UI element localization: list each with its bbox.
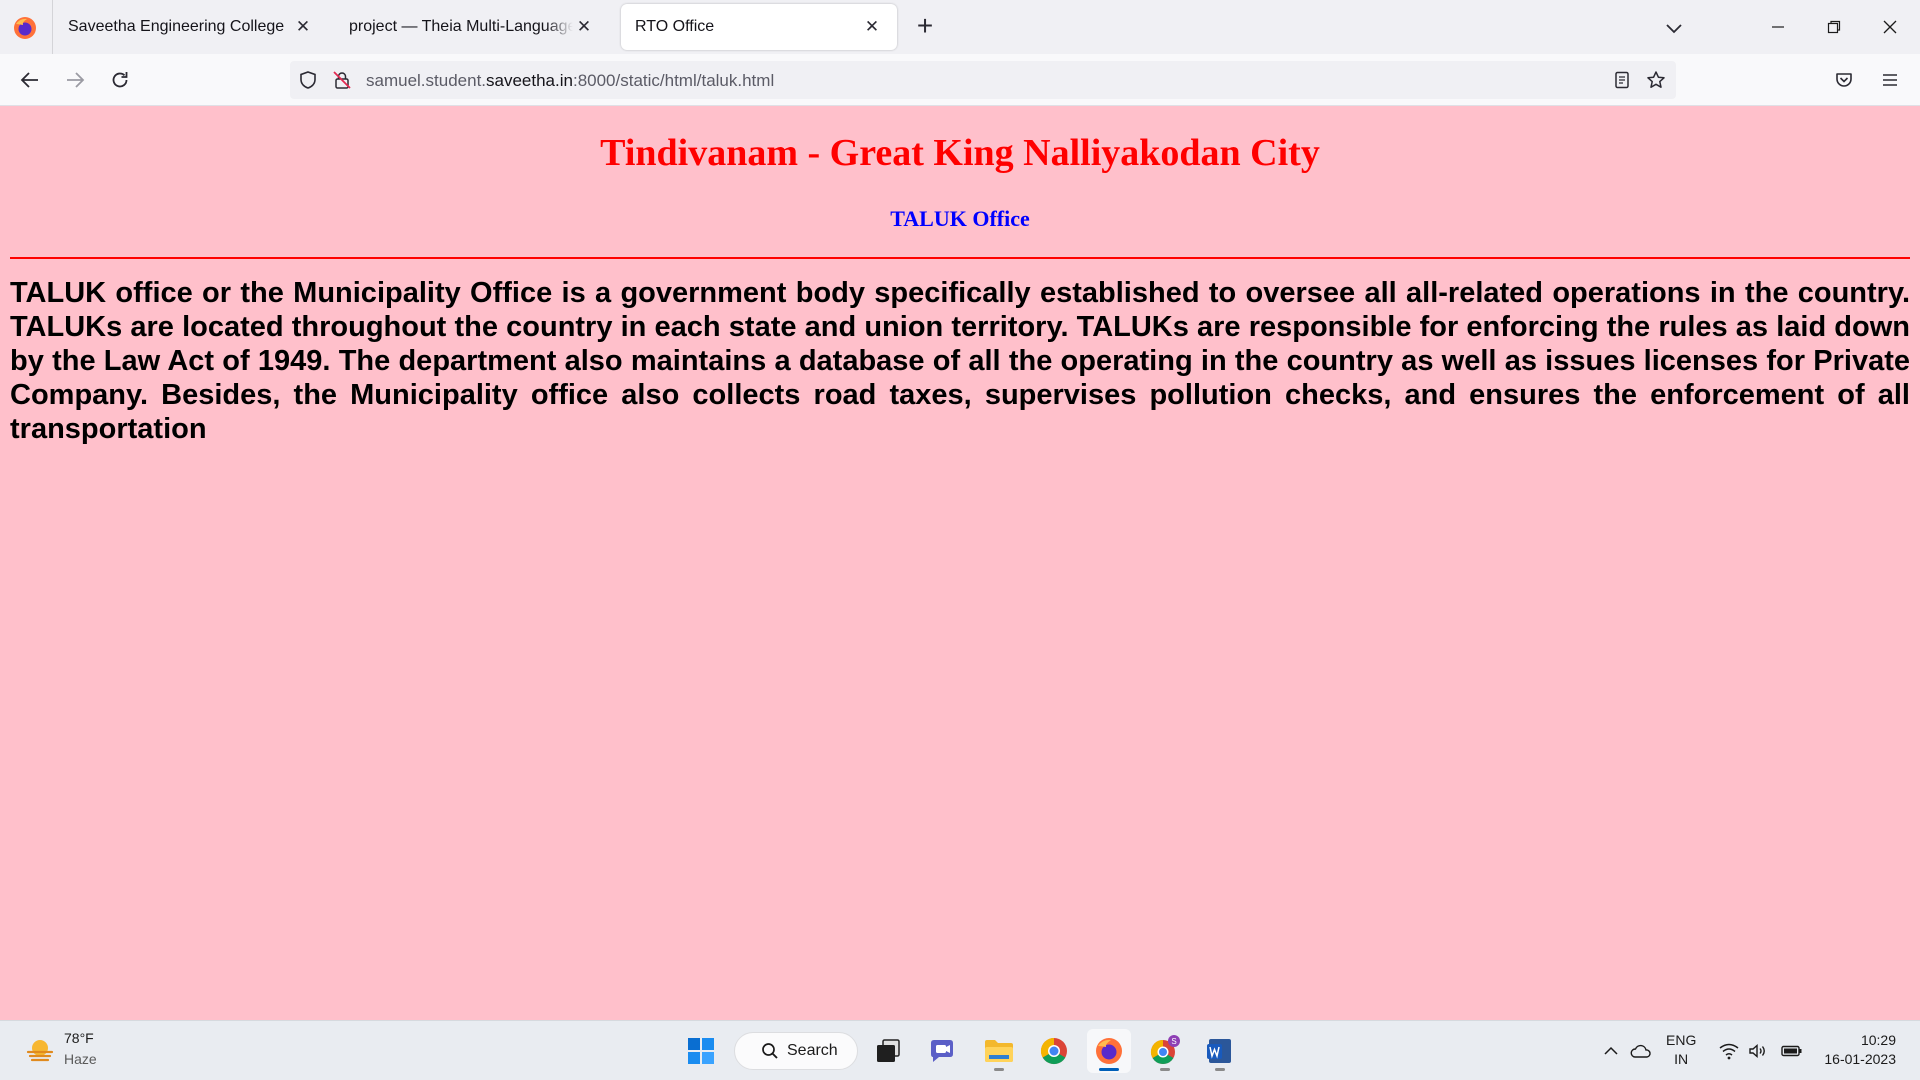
taskbar-search-box[interactable]: Search xyxy=(734,1032,858,1070)
language-code: ENG xyxy=(1666,1032,1697,1048)
battery-icon xyxy=(1781,1045,1802,1057)
address-bar[interactable]: samuel.student.saveetha.in:8000/static/h… xyxy=(290,61,1676,99)
input-language-indicator[interactable]: ENG IN xyxy=(1666,1031,1696,1069)
insecure-connection-lock-icon[interactable] xyxy=(332,70,352,90)
close-tab-icon[interactable]: ✕ xyxy=(292,17,314,37)
reader-view-icon[interactable] xyxy=(1612,70,1632,90)
navigation-toolbar: samuel.student.saveetha.in:8000/static/h… xyxy=(0,54,1920,106)
minimize-icon xyxy=(1772,26,1784,28)
running-indicator xyxy=(994,1068,1004,1071)
restore-button[interactable] xyxy=(1806,0,1862,54)
url-domain: saveetha.in xyxy=(486,71,573,90)
battery-button[interactable] xyxy=(1780,1039,1804,1063)
tab-title: RTO Office xyxy=(635,18,715,35)
haze-weather-icon xyxy=(26,1040,54,1062)
onedrive-cloud-icon xyxy=(1630,1044,1651,1058)
tab-rto-office[interactable]: RTO Office ✕ xyxy=(621,4,897,50)
teams-chat-button[interactable] xyxy=(921,1029,965,1073)
forward-arrow-icon xyxy=(67,72,85,88)
chrome-button[interactable] xyxy=(1032,1029,1076,1073)
search-label: Search xyxy=(787,1042,838,1059)
weather-condition: Haze xyxy=(64,1051,97,1067)
restore-icon xyxy=(1827,20,1841,34)
pocket-icon xyxy=(1836,73,1852,87)
firefox-menu-icon[interactable] xyxy=(12,15,38,41)
tab-title: project — Theia Multi-Language Ex xyxy=(349,18,573,35)
svg-text:S: S xyxy=(1171,1037,1176,1046)
chevron-up-icon xyxy=(1604,1046,1618,1055)
close-icon xyxy=(1883,20,1897,34)
clock[interactable]: 10:29 16-01-2023 xyxy=(1816,1031,1896,1069)
teams-chat-icon xyxy=(931,1040,953,1062)
url-prefix: samuel.student. xyxy=(366,71,487,90)
close-tab-icon[interactable]: ✕ xyxy=(861,17,883,37)
weather-temperature: 78°F xyxy=(64,1030,94,1046)
back-arrow-icon xyxy=(20,72,38,88)
network-button[interactable] xyxy=(1718,1039,1740,1063)
onedrive-button[interactable] xyxy=(1630,1039,1652,1063)
chrome-icon xyxy=(1040,1037,1067,1065)
app-menu-button[interactable] xyxy=(1874,64,1906,96)
tab-strip: Saveetha Engineering College ✕ project —… xyxy=(0,0,1920,54)
region-code: IN xyxy=(1674,1051,1689,1067)
hamburger-menu-icon xyxy=(1883,74,1897,86)
search-icon xyxy=(762,1043,778,1059)
new-tab-button[interactable]: + xyxy=(910,10,940,44)
windows-taskbar: 78°F Haze Search S ENG IN 10:29 16-01-20… xyxy=(0,1020,1920,1080)
tab-title: Saveetha Engineering College xyxy=(68,18,285,35)
start-button[interactable] xyxy=(679,1029,723,1073)
active-indicator xyxy=(1099,1068,1119,1071)
word-button[interactable] xyxy=(1198,1029,1242,1073)
clock-time: 10:29 xyxy=(1860,1032,1896,1048)
chrome-profile-button[interactable]: S xyxy=(1143,1029,1187,1073)
reload-button[interactable] xyxy=(104,64,136,96)
volume-button[interactable] xyxy=(1748,1039,1768,1063)
running-indicator xyxy=(1215,1068,1225,1071)
back-button[interactable] xyxy=(14,64,46,96)
firefox-taskbar-button[interactable] xyxy=(1087,1029,1131,1073)
horizontal-rule xyxy=(10,257,1910,259)
page-title: Tindivanam - Great King Nalliyakodan Cit… xyxy=(600,132,1320,174)
reload-icon xyxy=(112,72,128,88)
tab-project-theia[interactable]: project — Theia Multi-Language Ex ✕ xyxy=(335,4,609,50)
page-subtitle: TALUK Office xyxy=(890,206,1030,231)
url-text[interactable]: samuel.student.saveetha.in:8000/static/h… xyxy=(366,71,774,91)
chrome-profile-icon: S xyxy=(1150,1035,1180,1065)
speaker-icon xyxy=(1749,1043,1765,1059)
list-all-tabs-icon[interactable] xyxy=(1660,14,1688,42)
close-window-button[interactable] xyxy=(1862,0,1918,54)
running-indicator xyxy=(1160,1068,1170,1071)
show-hidden-icons-button[interactable] xyxy=(1602,1039,1620,1063)
tab-saveetha[interactable]: Saveetha Engineering College ✕ xyxy=(54,4,328,50)
page-paragraph: TALUK office or the Municipality Office … xyxy=(10,277,1910,445)
task-view-icon xyxy=(877,1039,900,1062)
firefox-icon xyxy=(1096,1038,1122,1064)
pocket-button[interactable] xyxy=(1828,64,1860,96)
minimize-button[interactable] xyxy=(1750,0,1806,54)
windows-start-icon xyxy=(688,1038,714,1064)
file-explorer-icon xyxy=(985,1040,1013,1062)
url-suffix: :8000/static/html/taluk.html xyxy=(572,71,775,90)
forward-button[interactable] xyxy=(59,64,91,96)
close-tab-icon[interactable]: ✕ xyxy=(573,17,595,37)
wifi-icon xyxy=(1719,1043,1739,1060)
clock-date: 16-01-2023 xyxy=(1824,1051,1896,1067)
task-view-button[interactable] xyxy=(866,1029,910,1073)
word-icon xyxy=(1207,1039,1231,1063)
tracking-protection-shield-icon[interactable] xyxy=(298,70,318,90)
file-explorer-button[interactable] xyxy=(977,1029,1021,1073)
bookmark-star-icon[interactable] xyxy=(1646,70,1666,90)
page-viewport: Tindivanam - Great King Nalliyakodan Cit… xyxy=(0,106,1920,1020)
tab-separator xyxy=(52,0,53,54)
